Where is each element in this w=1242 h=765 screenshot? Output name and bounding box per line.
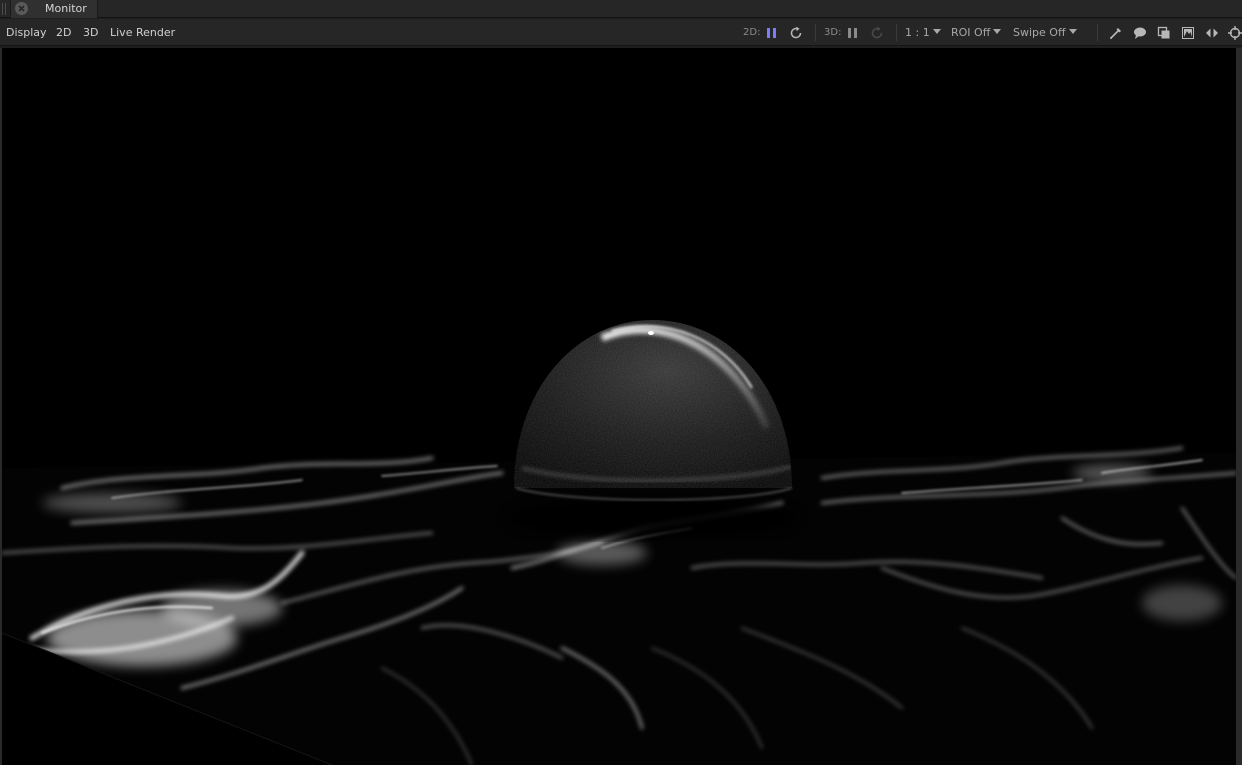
menu-3d[interactable]: 3D — [83, 26, 98, 39]
refresh-icon[interactable] — [788, 25, 804, 41]
snapshot-icon[interactable] — [1180, 25, 1196, 41]
toolbar-divider — [896, 24, 897, 41]
menu-display[interactable]: Display — [6, 26, 47, 39]
zoom-value: 1 : 1 — [905, 26, 930, 39]
toolbar-divider — [815, 24, 816, 41]
tab-grip[interactable] — [0, 0, 10, 18]
tab-label: Monitor — [45, 2, 87, 15]
tab-monitor[interactable]: Monitor — [10, 0, 98, 18]
roi-value: ROI Off — [951, 26, 991, 39]
toolbar-divider — [1097, 24, 1098, 41]
viewport-border — [1236, 48, 1242, 765]
panel-tab-strip: Monitor — [0, 0, 1242, 18]
label-3d: 3D: — [824, 27, 842, 38]
chevron-down-icon — [932, 29, 941, 34]
refresh-icon[interactable] — [869, 25, 885, 41]
chevron-down-icon — [993, 29, 1002, 34]
close-icon[interactable] — [15, 2, 28, 15]
overlay-icon[interactable] — [1156, 25, 1172, 41]
monitor-toolbar: Display 2D 3D Live Render 2D: 3D: 1 : 1 … — [0, 19, 1242, 46]
eyedropper-icon[interactable] — [1108, 25, 1124, 41]
rendered-image — [2, 48, 1236, 765]
pause-icon[interactable] — [764, 25, 780, 41]
pause-icon[interactable] — [845, 25, 861, 41]
render-viewport[interactable] — [2, 48, 1236, 765]
swipe-value: Swipe Off — [1013, 26, 1066, 39]
chevron-down-icon — [1068, 29, 1077, 34]
zoom-dropdown[interactable]: 1 : 1 — [905, 26, 941, 39]
compare-arrows-icon[interactable] — [1204, 25, 1220, 41]
crosshair-icon[interactable] — [1227, 25, 1242, 41]
menu-2d[interactable]: 2D — [56, 26, 71, 39]
label-2d: 2D: — [743, 27, 761, 38]
speech-bubble-icon[interactable] — [1132, 25, 1148, 41]
roi-dropdown[interactable]: ROI Off — [951, 26, 1002, 39]
swipe-dropdown[interactable]: Swipe Off — [1013, 26, 1077, 39]
menu-live-render[interactable]: Live Render — [110, 26, 175, 39]
